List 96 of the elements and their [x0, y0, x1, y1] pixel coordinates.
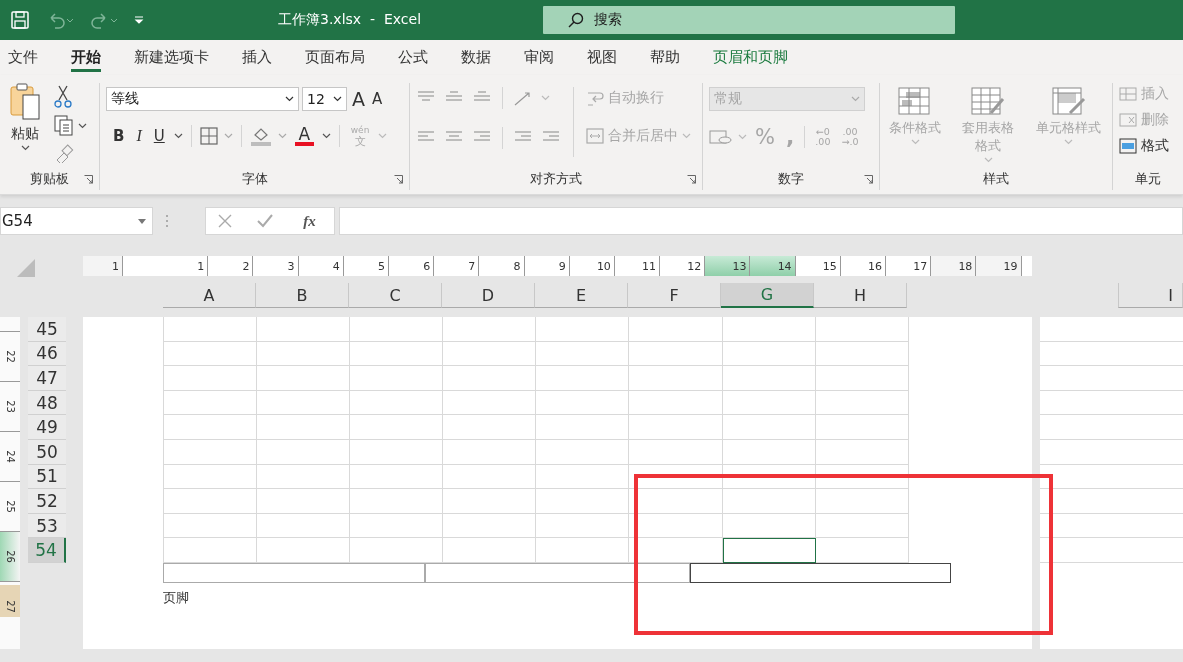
row-header[interactable]: 50 [28, 439, 66, 465]
group-label: 剪贴板 [30, 170, 69, 188]
format-painter-icon[interactable] [54, 143, 74, 163]
ribbon-tab[interactable]: 公式 [381, 40, 444, 75]
scissors-icon[interactable] [54, 85, 72, 109]
conditional-format-icon [898, 87, 933, 117]
search-field[interactable]: 搜索 [543, 6, 956, 34]
row-header[interactable]: 48 [28, 390, 66, 416]
cancel-icon[interactable] [218, 214, 233, 228]
row-header[interactable]: 54 [28, 538, 66, 563]
ribbon-tab[interactable]: 视图 [570, 40, 633, 75]
delete-cells-icon [1119, 111, 1137, 129]
borders-icon[interactable] [199, 127, 218, 145]
format-cells-icon [1119, 137, 1137, 155]
ribbon-tab[interactable]: 页面布局 [288, 40, 381, 75]
ruler-mark: 1 [83, 256, 123, 276]
caret-icon[interactable] [173, 133, 183, 139]
row-header[interactable]: 46 [28, 341, 66, 367]
column-header[interactable]: G [721, 283, 814, 308]
row-header[interactable]: 51 [28, 464, 66, 490]
insert-cells-icon [1119, 85, 1137, 103]
grow-font-button[interactable]: A [350, 88, 367, 110]
customize-icon[interactable] [134, 15, 144, 25]
select-all-icon[interactable] [17, 259, 35, 277]
footer-section[interactable] [690, 562, 951, 583]
group-label: 样式 [983, 170, 1009, 188]
ruler-mark: 14 [750, 256, 796, 276]
column-header[interactable]: E [535, 283, 628, 308]
caret-icon[interactable] [285, 96, 294, 102]
font-color-button[interactable]: A [292, 126, 316, 146]
group-label: 数字 [778, 170, 804, 188]
paste-button[interactable]: 粘贴 [6, 83, 44, 168]
ribbon-tab[interactable]: 文件 [0, 40, 54, 75]
save-icon[interactable] [10, 10, 30, 30]
column-header[interactable]: D [442, 283, 535, 308]
merge-cells-icon [586, 127, 604, 145]
caret-icon[interactable] [321, 133, 331, 139]
caret-icon[interactable] [333, 96, 342, 102]
cells-button[interactable]: 格式 [1119, 135, 1177, 157]
ribbon-tab[interactable]: 插入 [225, 40, 288, 75]
dialog-launcher-icon[interactable] [84, 175, 93, 184]
dialog-launcher-icon[interactable] [687, 175, 696, 184]
ribbon-tab[interactable]: 页眉和页脚 [696, 40, 804, 75]
caret-icon[interactable] [20, 145, 30, 151]
table-format-icon [971, 87, 1006, 117]
redo-icon[interactable] [90, 10, 118, 30]
ruler-mark: 22 [0, 331, 20, 381]
insert-function-button[interactable]: fx [297, 211, 322, 231]
group-label: 对齐方式 [530, 170, 582, 188]
ruler-mark: 26 [0, 531, 20, 581]
fill-color-icon[interactable] [249, 126, 272, 146]
group-label: 单元 [1135, 170, 1161, 188]
row-header[interactable]: 47 [28, 366, 66, 391]
shrink-font-button[interactable]: A [370, 90, 385, 108]
bold-button[interactable]: B [110, 125, 128, 147]
ruler-mark: 23 [0, 381, 20, 431]
italic-button[interactable]: I [133, 125, 145, 147]
ruler-mark: 13 [705, 256, 751, 276]
ribbon-tab[interactable]: 审阅 [507, 40, 570, 75]
accounting-icon[interactable] [709, 128, 733, 146]
ribbon-tab[interactable]: 开始 [54, 40, 117, 75]
orientation-icon[interactable] [513, 89, 533, 107]
window-title: 工作簿3.xlsx - Excel [278, 11, 422, 29]
formula-input[interactable] [339, 207, 1183, 235]
column-header[interactable]: A [163, 283, 256, 308]
row-header[interactable]: 45 [28, 317, 66, 342]
copy-icon[interactable] [54, 115, 74, 137]
underline-button[interactable]: U [150, 125, 168, 147]
row-header[interactable]: 49 [28, 415, 66, 440]
wrap-text-icon [586, 89, 604, 107]
footer-label: 页脚 [163, 588, 190, 607]
ruler-mark: 24 [0, 431, 20, 481]
caret-icon[interactable] [78, 123, 87, 129]
column-header[interactable]: H [814, 283, 907, 308]
grip-icon[interactable] [165, 214, 169, 228]
ruler-mark: 19 [976, 256, 1022, 276]
ribbon-tab[interactable]: 帮助 [633, 40, 696, 75]
clipboard-icon [9, 83, 41, 123]
font-name-field[interactable]: 等线 [106, 87, 299, 111]
ribbon-tab[interactable]: 数据 [444, 40, 507, 75]
dialog-launcher-icon[interactable] [864, 175, 873, 184]
cell-style-icon [1051, 87, 1086, 117]
font-size-field[interactable]: 12 [302, 87, 347, 111]
name-box[interactable]: G54 [0, 207, 153, 235]
ruler-mark: 18 [931, 256, 977, 276]
ribbon-tab[interactable]: 新建选项卡 [117, 40, 225, 75]
column-header[interactable]: C [349, 283, 442, 308]
column-header[interactable]: I [1118, 283, 1183, 308]
row-header[interactable]: 52 [28, 489, 66, 514]
column-header[interactable]: B [256, 283, 349, 308]
sheet-cell[interactable] [722, 538, 816, 563]
group-label: 字体 [241, 170, 268, 188]
search-icon [568, 12, 585, 28]
dialog-launcher-icon[interactable] [394, 175, 403, 184]
row-header[interactable]: 53 [28, 513, 66, 539]
enter-icon[interactable] [256, 214, 273, 228]
